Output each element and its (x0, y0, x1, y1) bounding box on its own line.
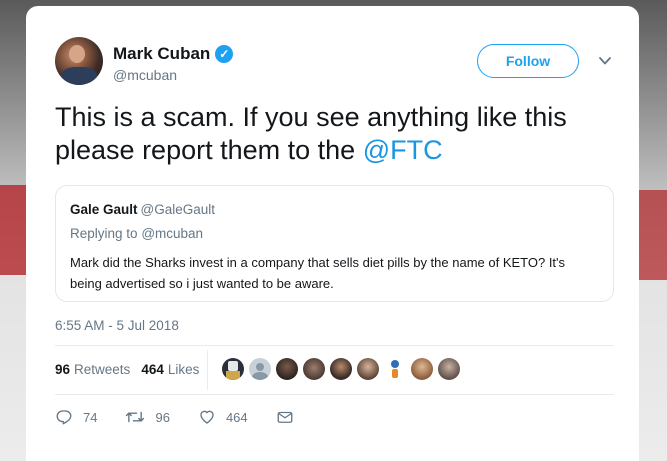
like-count: 464 (225, 409, 248, 425)
liker-avatar[interactable] (438, 358, 460, 380)
tweet-actions: 74 96 464 (55, 408, 332, 426)
liker-avatar[interactable] (222, 358, 244, 380)
tweet-stats: 96 Retweets 464 Likes (55, 362, 210, 377)
quoted-tweet[interactable]: Gale Gault @GaleGault Replying to @mcuban… (55, 185, 614, 302)
replying-to-handle: @mcuban (141, 226, 204, 241)
likes-label: Likes (167, 362, 200, 377)
reply-icon (56, 410, 72, 425)
quoted-text-line: being advertised so i just wanted to be … (70, 276, 334, 291)
tweet-text: This is a scam. If you see anything like… (55, 101, 615, 167)
follow-button[interactable]: Follow (477, 44, 579, 78)
tweet-text-segment: please report them to the (55, 135, 363, 165)
retweet-action[interactable]: 96 (125, 408, 170, 426)
retweet-count: 96 (155, 409, 170, 425)
direct-message-icon (277, 411, 293, 423)
avatar-face (69, 45, 85, 63)
author-avatar[interactable] (55, 37, 103, 85)
avatar-shirt (61, 67, 97, 85)
reply-count: 74 (83, 409, 98, 425)
quoted-author-handle: @GaleGault (140, 202, 216, 217)
author-name-row: Mark Cuban ✓ (113, 44, 234, 64)
mention-link[interactable]: @FTC (363, 135, 443, 165)
likes-stat[interactable]: 464 Likes (141, 362, 199, 377)
retweets-count: 96 (55, 362, 71, 377)
verified-badge-icon: ✓ (215, 45, 234, 63)
tweet-text-line: This is a scam. If you see anything like… (55, 102, 567, 132)
liker-avatar[interactable] (357, 358, 379, 380)
liker-avatar[interactable] (303, 358, 325, 380)
quoted-replying-to: Replying to @mcuban (70, 226, 203, 241)
liker-avatar[interactable] (276, 358, 298, 380)
tweet-text-line: please report them to the @FTC (55, 134, 615, 167)
divider (55, 394, 614, 395)
like-action[interactable]: 464 (198, 408, 248, 426)
divider (55, 345, 614, 346)
chevron-down-icon[interactable] (598, 54, 612, 68)
tweet-card: Mark Cuban ✓ @mcuban Follow This is a sc… (26, 6, 639, 461)
direct-message-action[interactable] (276, 408, 304, 426)
backdrop-decoration (639, 190, 667, 280)
reply-action[interactable]: 74 (55, 408, 97, 426)
liker-avatar[interactable] (411, 358, 433, 380)
retweet-icon (126, 411, 145, 423)
likers-avatars (222, 358, 465, 380)
retweets-label: Retweets (74, 362, 131, 377)
author-name[interactable]: Mark Cuban (113, 44, 210, 64)
quoted-text-line: Mark did the Sharks invest in a company … (70, 255, 566, 270)
retweets-stat[interactable]: 96 Retweets (55, 362, 130, 377)
author-handle[interactable]: @mcuban (113, 67, 177, 83)
replying-to-label: Replying to (70, 226, 138, 241)
stats-divider (207, 350, 208, 390)
liker-avatar[interactable] (384, 358, 406, 380)
tweet-timestamp[interactable]: 6:55 AM - 5 Jul 2018 (55, 318, 179, 333)
liker-avatar[interactable] (330, 358, 352, 380)
likes-count: 464 (141, 362, 164, 377)
quoted-author-name: Gale Gault (70, 202, 138, 217)
quoted-header: Gale Gault @GaleGault (70, 202, 215, 217)
liker-avatar[interactable] (249, 358, 271, 380)
heart-icon (200, 410, 214, 424)
quoted-text: Mark did the Sharks invest in a company … (70, 252, 600, 294)
